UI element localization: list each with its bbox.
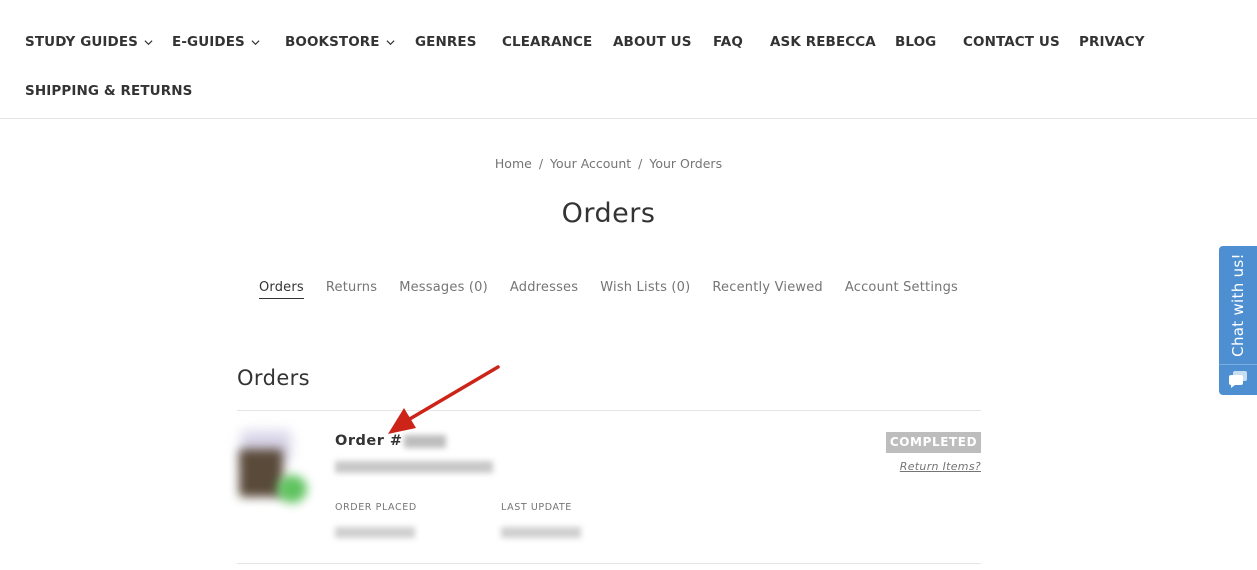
tab-addresses[interactable]: Addresses [510,280,578,298]
breadcrumb-home[interactable]: Home [495,156,532,171]
nav-item-privacy[interactable]: PRIVACY [1079,34,1145,50]
main-navigation: STUDY GUIDES E-GUIDES BOOKSTORE GENRES C… [0,0,1257,119]
tab-account-settings[interactable]: Account Settings [845,280,958,298]
account-tabs: Orders Returns Messages (0) Addresses Wish L… [0,280,1217,299]
order-product-thumbnail[interactable] [237,425,311,511]
order-placed-date-redacted [335,527,415,538]
nav-item-label: BOOKSTORE [285,34,380,50]
tab-recently-viewed[interactable]: Recently Viewed [712,280,822,298]
order-summary-redacted [335,461,493,473]
nav-item-ask-rebecca[interactable]: ASK REBECCA [770,34,876,50]
nav-item-contact-us[interactable]: CONTACT US [963,34,1060,50]
chat-widget[interactable]: Chat with us! [1219,246,1257,395]
nav-item-genres[interactable]: GENRES [415,34,477,50]
tab-orders[interactable]: Orders [258,280,304,299]
nav-item-clearance[interactable]: CLEARANCE [502,34,592,50]
nav-item-blog[interactable]: BLOG [895,34,936,50]
tab-messages[interactable]: Messages (0) [399,280,488,298]
nav-item-label: E-GUIDES [172,34,245,50]
chat-label-container: Chat with us! [1219,246,1257,364]
last-update-label: LAST UPDATE [501,502,572,513]
nav-item-bookstore[interactable]: BOOKSTORE [285,34,395,50]
chevron-down-icon [251,39,260,45]
divider [237,563,981,564]
nav-item-about-us[interactable]: ABOUT US [613,34,692,50]
divider [237,410,981,411]
nav-item-label: STUDY GUIDES [25,34,139,50]
chat-bubbles-icon [1229,371,1247,388]
chat-divider [1219,364,1257,365]
chevron-down-icon [386,39,395,45]
breadcrumb-separator: / [538,156,544,171]
breadcrumb: Home / Your Account / Your Orders [0,156,1217,171]
annotation-arrow-icon [388,365,500,434]
tab-wish-lists[interactable]: Wish Lists (0) [600,280,690,298]
orders-section-title: Orders [237,366,311,390]
nav-item-e-guides[interactable]: E-GUIDES [172,34,260,50]
status-badge: COMPLETED [886,432,981,453]
page-title: Orders [561,198,656,229]
order-placed-label: ORDER PLACED [335,502,417,513]
breadcrumb-your-account[interactable]: Your Account [550,156,631,171]
breadcrumb-separator: / [638,156,643,171]
tab-returns[interactable]: Returns [326,280,377,298]
nav-item-faq[interactable]: FAQ [713,34,743,50]
last-update-date-redacted [501,527,581,538]
return-items-link[interactable]: Return Items? [880,460,981,473]
nav-item-shipping-returns[interactable]: SHIPPING & RETURNS [25,83,192,99]
breadcrumb-your-orders[interactable]: Your Orders [649,156,722,171]
nav-item-study-guides[interactable]: STUDY GUIDES [25,34,153,50]
chevron-down-icon [144,39,153,45]
thumbnail-blur [277,475,307,503]
chat-label: Chat with us! [1229,253,1247,357]
